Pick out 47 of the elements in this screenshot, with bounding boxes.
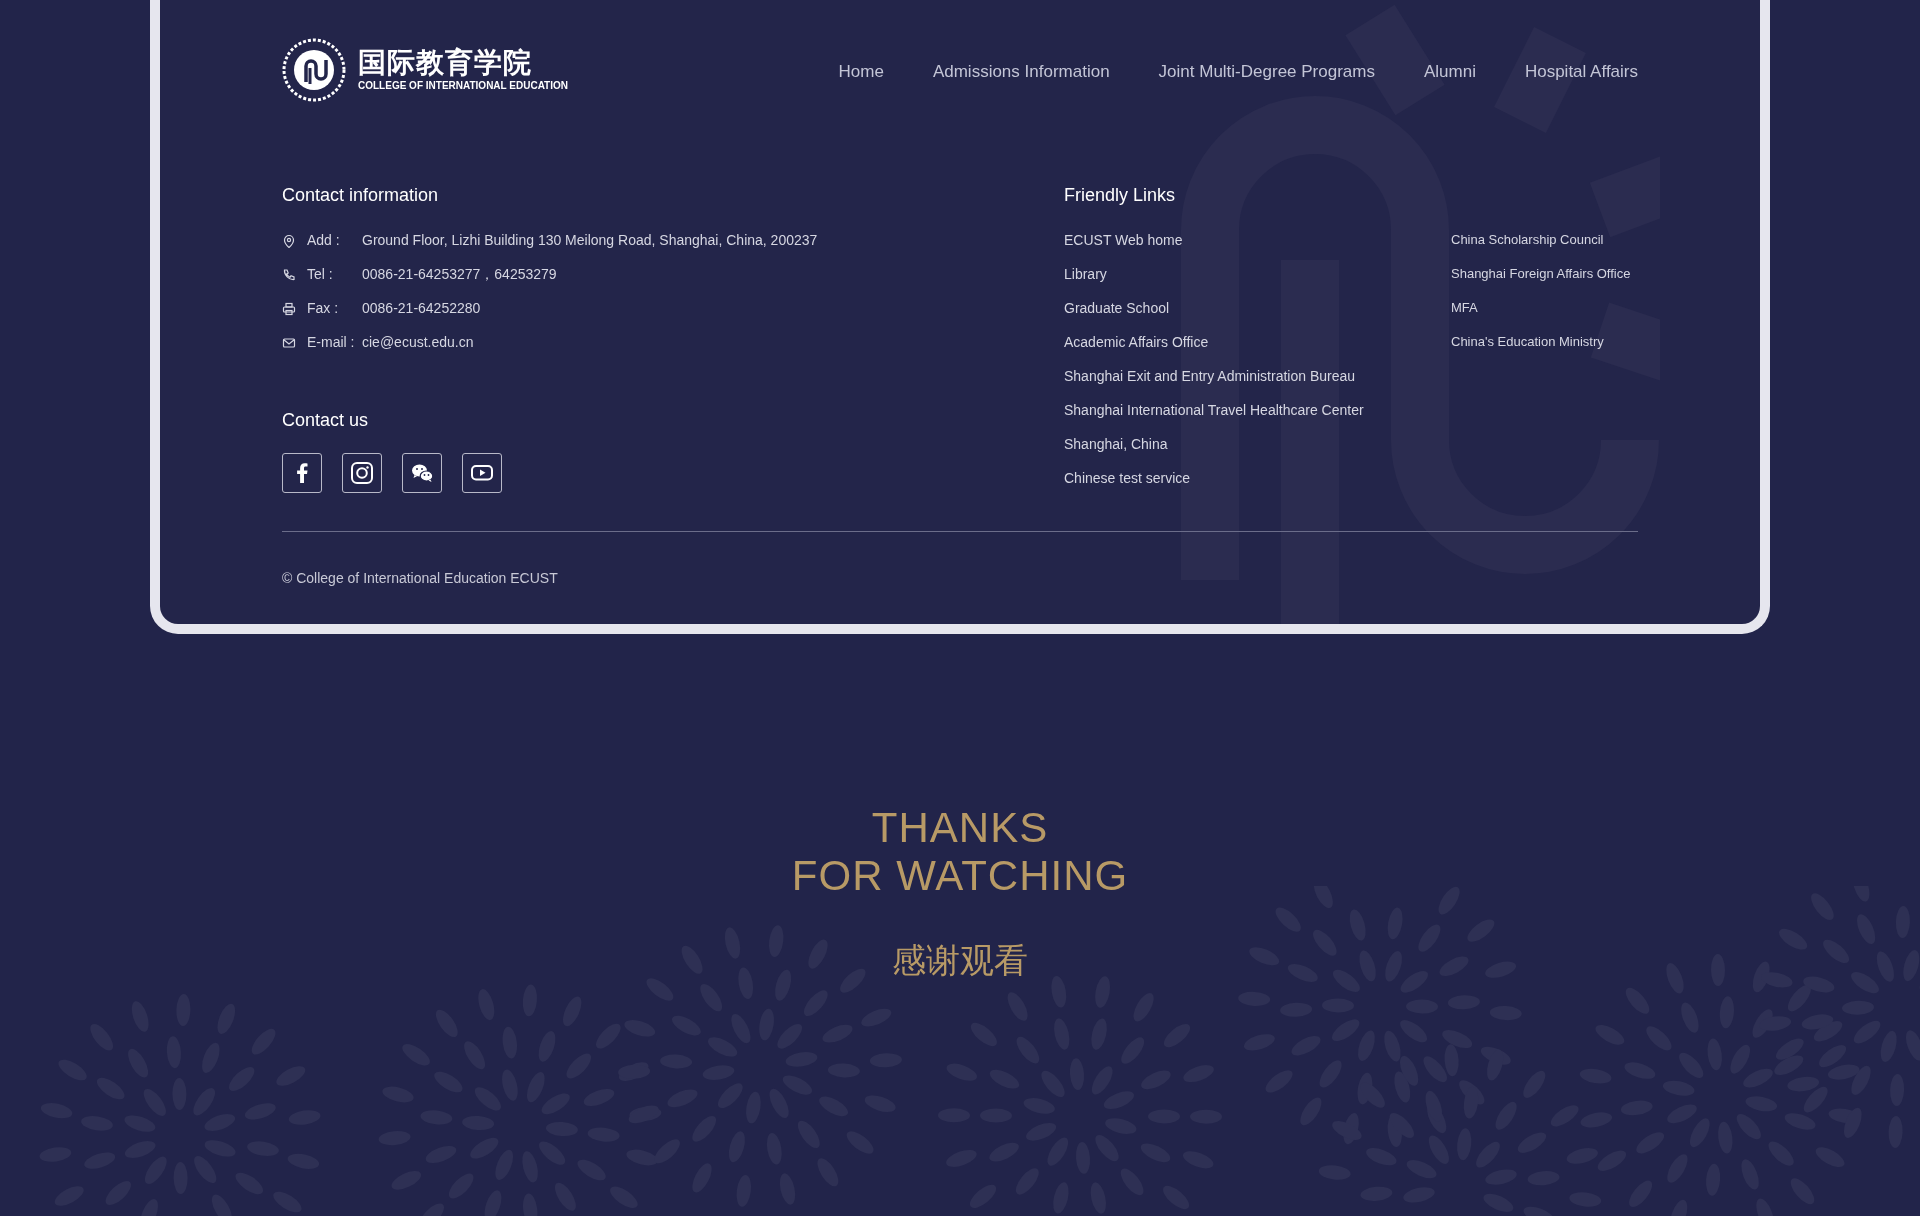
instagram-button[interactable] (342, 453, 382, 493)
contact-label: E-mail : (307, 333, 356, 352)
friendly-link[interactable]: Chinese test service (1064, 468, 1191, 488)
fax-icon (282, 301, 296, 316)
logo-subtitle: COLLEGE OF INTERNATIONAL EDUCATION (358, 79, 568, 93)
contact-value: cie@ecust.edu.cn (362, 333, 474, 352)
university-seal-icon (282, 38, 346, 102)
contact-value: 0086-21-64253277，64253279 (362, 265, 557, 284)
contact-label: Add : (307, 231, 341, 250)
phone-icon (282, 267, 296, 282)
copyright-text: © College of International Education ECUST (282, 569, 559, 588)
friendly-link[interactable]: MFA (1451, 298, 1478, 318)
contact-value: Ground Floor, Lizhi Building 130 Meilong Road, Shanghai, China, 200237 (362, 231, 818, 250)
friendly-link[interactable]: China's Education Ministry (1451, 332, 1604, 352)
thanks-chinese: 感谢观看 (892, 940, 1028, 980)
thanks-title: THANKS (871, 804, 1049, 852)
play-icon (471, 465, 493, 481)
logo-title: 国际教育学院 (358, 47, 533, 79)
email-icon (282, 335, 296, 350)
section-heading: Contact information (282, 184, 440, 206)
contact-value: 0086-21-64252280 (362, 299, 481, 318)
friendly-link[interactable]: Graduate School (1064, 298, 1170, 318)
section-heading: Friendly Links (1064, 184, 1177, 206)
nav-link[interactable]: Home (838, 59, 884, 85)
wechat-button[interactable] (402, 453, 442, 493)
nav-link[interactable]: Alumni (1423, 59, 1476, 85)
nav-link[interactable]: Joint Multi-Degree Programs (1158, 59, 1375, 85)
camera-icon (351, 462, 373, 484)
chat-bubbles-icon (411, 463, 433, 483)
friendly-link[interactable]: ECUST Web home (1064, 230, 1183, 250)
contact-label: Fax : (307, 299, 340, 318)
friendly-link[interactable]: Academic Affairs Office (1064, 332, 1209, 352)
section-heading: Contact us (282, 409, 370, 431)
contact-label: Tel : (307, 265, 334, 284)
friendly-link[interactable]: Library (1064, 264, 1107, 284)
youtube-button[interactable] (462, 453, 502, 493)
friendly-link[interactable]: Shanghai Foreign Affairs Office (1451, 264, 1631, 284)
thanks-title: FOR WATCHING (791, 852, 1129, 900)
friendly-link[interactable]: Shanghai International Travel Healthcare Center (1064, 400, 1364, 420)
friendly-link[interactable]: Shanghai Exit and Entry Administration Bureau (1064, 366, 1356, 386)
nav-link[interactable]: Hospital Affairs (1524, 59, 1638, 85)
nav-link[interactable]: Admissions Information (932, 59, 1110, 85)
facebook-button[interactable] (282, 453, 322, 493)
friendly-link[interactable]: Shanghai, China (1064, 434, 1168, 454)
address-icon (282, 233, 296, 248)
letter-f-icon (296, 462, 308, 484)
friendly-link[interactable]: China Scholarship Council (1451, 230, 1604, 250)
